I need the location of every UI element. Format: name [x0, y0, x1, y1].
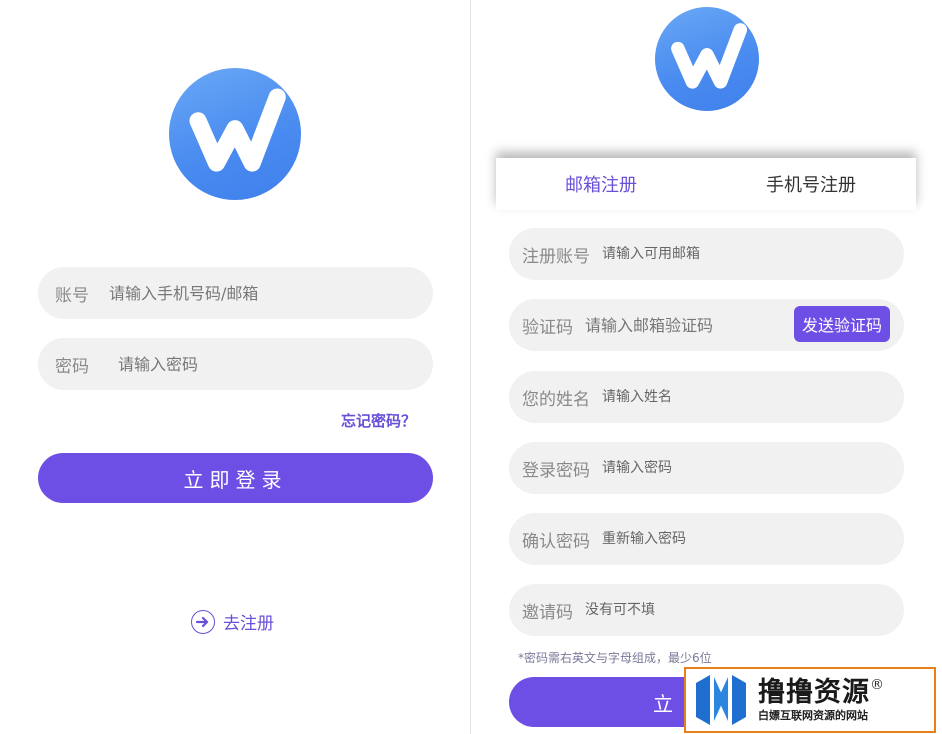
password-label: 密码 — [55, 356, 89, 377]
invite-code-label: 邀请码 — [522, 602, 573, 623]
watermark-logo-icon — [690, 669, 752, 731]
invite-code-input[interactable] — [585, 602, 904, 618]
confirm-password-label: 确认密码 — [522, 531, 590, 552]
name-input[interactable] — [602, 389, 904, 405]
send-code-button[interactable]: 发送验证码 — [793, 306, 890, 342]
register-tabs: 邮箱注册 手机号注册 — [496, 158, 916, 210]
password-field: 密码 — [38, 338, 433, 390]
register-account-label: 注册账号 — [522, 246, 590, 267]
registered-mark: ® — [870, 677, 884, 693]
login-password-field: 登录密码 — [509, 442, 904, 494]
password-input[interactable] — [118, 354, 433, 374]
login-panel: 账号 密码 忘记密码？ 立即登录 去注册 — [0, 0, 470, 734]
app-logo-icon — [169, 68, 301, 200]
confirm-password-field: 确认密码 — [509, 513, 904, 565]
register-account-input[interactable] — [602, 246, 904, 262]
login-button[interactable]: 立即登录 — [38, 453, 433, 503]
verify-code-field: 验证码 发送验证码 — [509, 299, 904, 351]
watermark-subtitle: 白嫖互联网资源的网站 — [758, 709, 868, 722]
watermark-title: 撸撸资源® — [758, 677, 884, 709]
watermark-title-text: 撸撸资源 — [758, 677, 870, 708]
confirm-password-input[interactable] — [602, 531, 904, 547]
go-register-label: 去注册 — [223, 614, 274, 634]
verify-code-label: 验证码 — [522, 317, 573, 338]
account-label: 账号 — [55, 285, 89, 306]
password-hint: *密码需右英文与字母组成，最少6位 — [518, 651, 712, 665]
account-field: 账号 — [38, 267, 433, 319]
arrow-right-circle-icon — [191, 609, 215, 634]
name-field: 您的姓名 — [509, 371, 904, 423]
tab-phone-register[interactable]: 手机号注册 — [706, 158, 916, 210]
go-register-link[interactable]: 去注册 — [191, 609, 274, 634]
watermark-banner: 撸撸资源® 白嫖互联网资源的网站 — [684, 667, 936, 733]
register-account-field: 注册账号 — [509, 228, 904, 280]
account-input[interactable] — [109, 283, 433, 303]
login-password-input[interactable] — [602, 460, 904, 476]
invite-code-field: 邀请码 — [509, 584, 904, 636]
name-label: 您的姓名 — [522, 389, 590, 410]
forgot-password-link[interactable]: 忘记密码？ — [341, 410, 416, 431]
watermark-text: 撸撸资源® 白嫖互联网资源的网站 — [758, 677, 884, 723]
app-logo-icon — [655, 7, 759, 111]
login-password-label: 登录密码 — [522, 460, 590, 481]
tab-email-register[interactable]: 邮箱注册 — [496, 158, 706, 210]
